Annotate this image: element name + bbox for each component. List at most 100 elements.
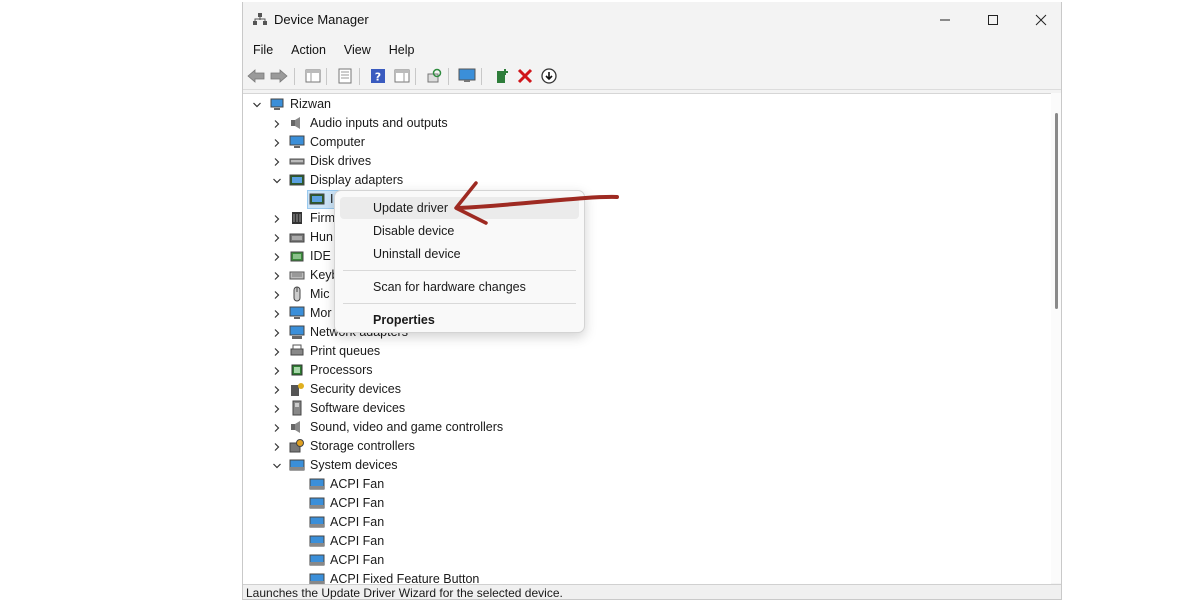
chevron-right-icon[interactable] xyxy=(272,380,282,399)
chevron-right-icon[interactable] xyxy=(272,266,282,285)
minimize-button[interactable] xyxy=(922,2,968,38)
tree-child-row[interactable]: ACPI Fixed Feature Button xyxy=(243,570,1051,584)
scrollbar-thumb[interactable] xyxy=(1055,113,1058,309)
tree-category-row[interactable]: Print queues xyxy=(243,342,1051,361)
software-device-icon xyxy=(292,400,302,416)
tree-child-row[interactable]: ACPI Fan xyxy=(243,494,1051,513)
tree-item-label: Software devices xyxy=(310,401,406,415)
toolbar-separator xyxy=(359,68,360,85)
update-driver-button[interactable] xyxy=(492,67,510,85)
system-devices-icon xyxy=(309,535,325,547)
device-manager-icon xyxy=(253,13,267,25)
uninstall-device-button[interactable] xyxy=(516,67,534,85)
processor-icon xyxy=(291,364,303,376)
properties-menu-item[interactable]: Properties xyxy=(340,309,579,331)
chevron-right-icon[interactable] xyxy=(272,323,282,342)
chevron-right-icon[interactable] xyxy=(272,209,282,228)
tree-category-row[interactable]: Security devices xyxy=(243,380,1051,399)
tree-category-row[interactable]: Storage controllers xyxy=(243,437,1051,456)
speaker-icon xyxy=(291,117,300,129)
svg-text:?: ? xyxy=(375,71,381,84)
chevron-right-icon[interactable] xyxy=(272,228,282,247)
toolbar-separator xyxy=(294,68,295,85)
chevron-right-icon[interactable] xyxy=(272,285,282,304)
chevron-right-icon[interactable] xyxy=(272,361,282,380)
menu-view[interactable]: View xyxy=(335,39,380,61)
tree-item-label: Computer xyxy=(310,135,365,149)
tree-root-row[interactable]: Rizwan xyxy=(243,95,1051,114)
show-hide-console-tree-button[interactable] xyxy=(304,67,322,85)
toolbar-separator xyxy=(326,68,327,85)
uninstall-device-label: Uninstall device xyxy=(373,247,461,261)
update-driver-menu-item[interactable]: Update driver xyxy=(340,197,579,219)
action-pane-icon xyxy=(394,69,410,83)
scan-hardware-menu-item[interactable]: Scan for hardware changes xyxy=(340,276,579,298)
chevron-down-icon[interactable] xyxy=(272,171,282,190)
chevron-right-icon[interactable] xyxy=(272,437,282,456)
chevron-down-icon[interactable] xyxy=(272,456,282,475)
tree-category-row[interactable]: Disk drives xyxy=(243,152,1051,171)
monitor-icon xyxy=(289,306,305,319)
menu-help[interactable]: Help xyxy=(380,39,424,61)
forward-button[interactable] xyxy=(270,67,288,85)
vertical-scrollbar[interactable] xyxy=(1051,93,1061,583)
chevron-down-icon[interactable] xyxy=(252,95,262,114)
monitor-icon xyxy=(458,68,476,82)
back-button[interactable] xyxy=(247,67,265,85)
menu-bar: File Action View Help xyxy=(243,38,1061,62)
action-pane-button[interactable] xyxy=(393,67,411,85)
tree-category-row[interactable]: Software devices xyxy=(243,399,1051,418)
chevron-right-icon[interactable] xyxy=(272,114,282,133)
tree-item-label: Hun xyxy=(310,230,333,244)
disable-device-label: Disable device xyxy=(373,224,455,238)
download-button[interactable] xyxy=(540,67,558,85)
close-button[interactable] xyxy=(1018,2,1061,38)
chevron-right-icon[interactable] xyxy=(272,247,282,266)
tree-child-row[interactable]: ACPI Fan xyxy=(243,551,1051,570)
download-circle-icon xyxy=(541,68,557,84)
tree-item-label: Print queues xyxy=(310,344,381,358)
chevron-right-icon[interactable] xyxy=(272,342,282,361)
tree-item-label: ACPI Fan xyxy=(330,553,385,567)
system-devices-icon xyxy=(309,516,325,528)
monitor-button[interactable] xyxy=(458,67,476,85)
update-driver-label: Update driver xyxy=(373,201,449,215)
title-bar: Device Manager xyxy=(243,2,1061,38)
menu-file[interactable]: File xyxy=(243,39,282,61)
tree-child-row[interactable]: ACPI Fan xyxy=(243,513,1051,532)
chevron-right-icon[interactable] xyxy=(272,152,282,171)
maximize-icon xyxy=(988,15,998,25)
tree-category-row[interactable]: Computer xyxy=(243,133,1051,152)
chevron-right-icon[interactable] xyxy=(272,133,282,152)
status-bar: Launches the Update Driver Wizard for th… xyxy=(243,584,1061,599)
keyboard-icon xyxy=(289,271,305,280)
tree-category-row[interactable]: Audio inputs and outputs xyxy=(243,114,1051,133)
help-button[interactable]: ? xyxy=(369,67,387,85)
ide-controller-icon xyxy=(290,251,304,262)
properties-button[interactable] xyxy=(336,67,354,85)
tree-child-row[interactable]: ACPI Fan xyxy=(243,532,1051,551)
update-driver-icon xyxy=(497,69,508,83)
maximize-button[interactable] xyxy=(970,2,1016,38)
tree-child-row[interactable]: ACPI Fan xyxy=(243,475,1051,494)
disable-device-menu-item[interactable]: Disable device xyxy=(340,220,579,242)
tree-category-row[interactable]: Display adapters xyxy=(243,171,1051,190)
tree-category-row[interactable]: Sound, video and game controllers xyxy=(243,418,1051,437)
system-devices-icon xyxy=(309,554,325,566)
uninstall-device-menu-item[interactable]: Uninstall device xyxy=(340,243,579,265)
system-devices-icon xyxy=(289,459,305,471)
chevron-right-icon[interactable] xyxy=(272,399,282,418)
tree-item-label: ACPI Fan xyxy=(330,496,385,510)
chevron-right-icon[interactable] xyxy=(272,304,282,323)
tree-item-label: Mic xyxy=(310,287,330,301)
toolbar: ? xyxy=(243,62,1061,90)
toolbar-separator xyxy=(415,68,416,85)
speaker-icon xyxy=(291,421,300,433)
context-menu: Update driver Disable device Uninstall d… xyxy=(334,190,585,333)
chevron-right-icon[interactable] xyxy=(272,418,282,437)
tree-item-label: ACPI Fixed Feature Button xyxy=(330,572,480,584)
tree-category-row[interactable]: System devices xyxy=(243,456,1051,475)
tree-category-row[interactable]: Processors xyxy=(243,361,1051,380)
menu-action[interactable]: Action xyxy=(282,39,335,61)
scan-hardware-button[interactable] xyxy=(425,67,443,85)
